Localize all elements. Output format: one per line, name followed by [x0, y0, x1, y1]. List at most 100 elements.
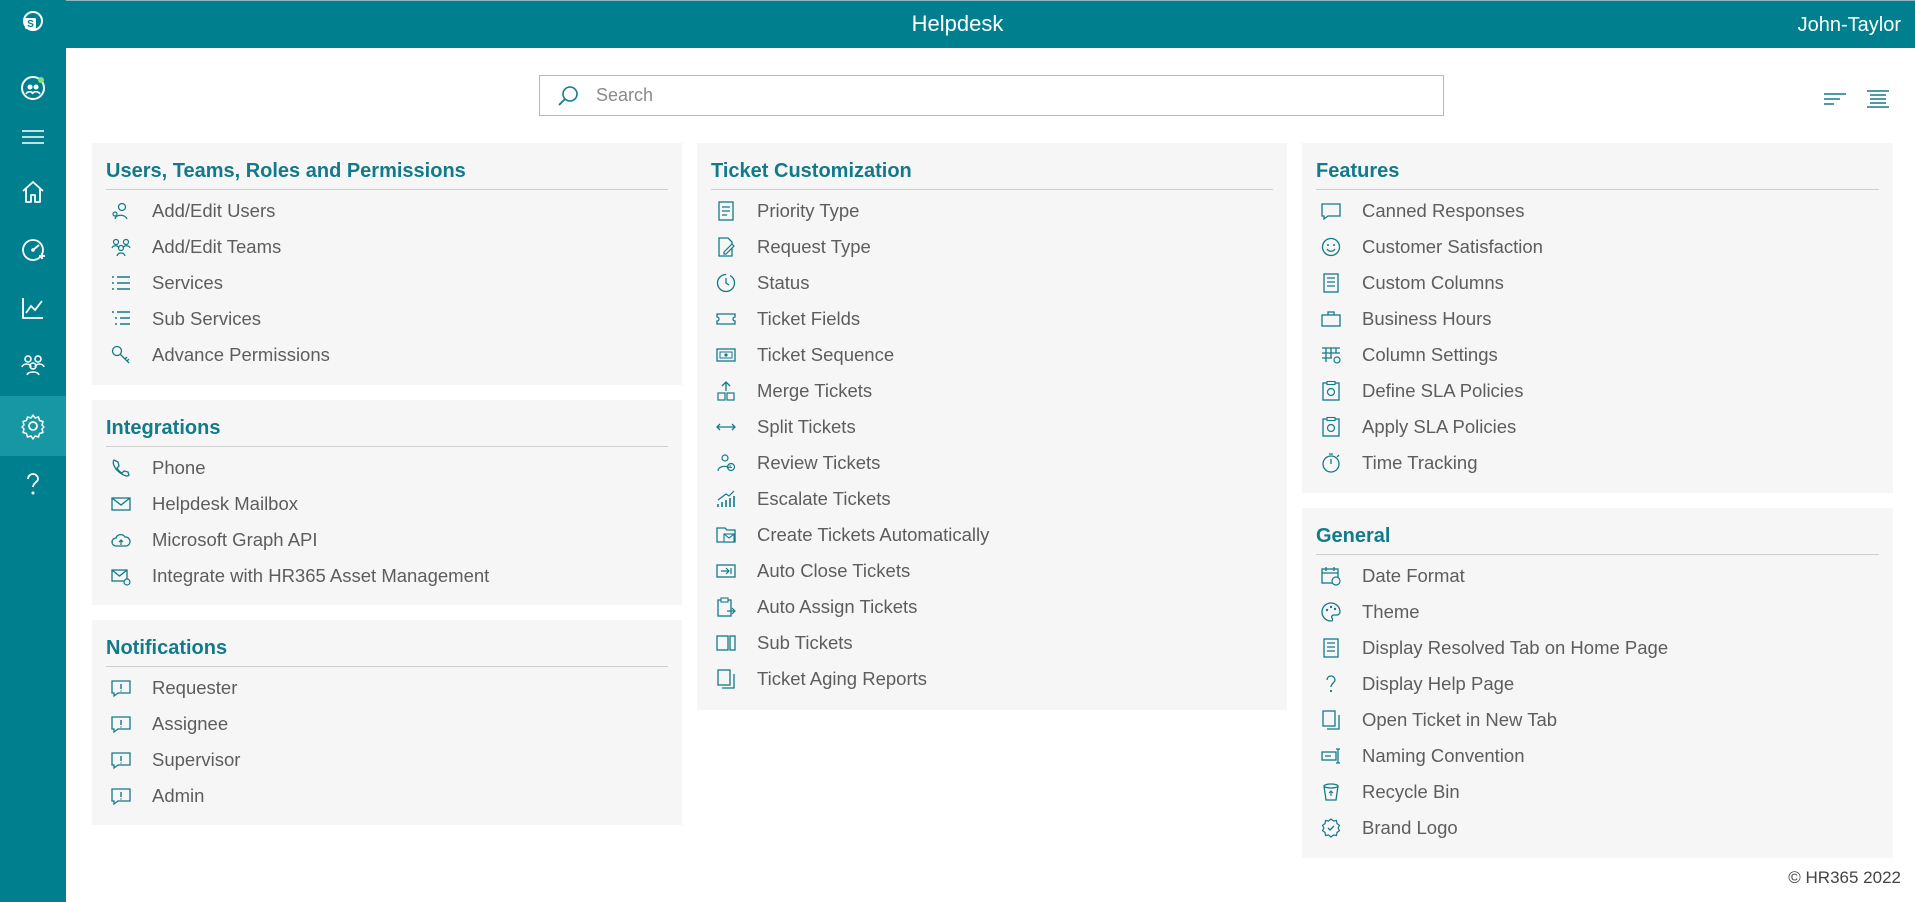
search-input[interactable]: [596, 85, 1416, 106]
item-label: Theme: [1362, 601, 1420, 622]
question-icon: [1316, 673, 1362, 695]
ticket-icon: [711, 308, 757, 330]
column-settings-link[interactable]: Column Settings: [1316, 337, 1879, 373]
section-title: General: [1316, 508, 1879, 555]
microsoft-graph-api-link[interactable]: Microsoft Graph API: [106, 522, 668, 558]
dashboard-icon[interactable]: [0, 222, 66, 276]
add-edit-users-link[interactable]: Add/Edit Users: [106, 193, 668, 229]
hamburger-menu-icon[interactable]: [0, 110, 66, 164]
settings-icon[interactable]: [0, 396, 66, 456]
team-icon[interactable]: [0, 338, 66, 392]
document-lines-icon: [1316, 272, 1362, 294]
display-help-page-link[interactable]: Display Help Page: [1316, 666, 1879, 702]
close-ticket-icon: [711, 560, 757, 582]
briefcase-icon: [1316, 308, 1362, 330]
auto-close-tickets-link[interactable]: Auto Close Tickets: [711, 553, 1273, 589]
item-label: Review Tickets: [757, 452, 881, 473]
phone-link[interactable]: Phone: [106, 450, 668, 486]
define-sla-policies-link[interactable]: Define SLA Policies: [1316, 373, 1879, 409]
integrate-hr365-asset-link[interactable]: Integrate with HR365 Asset Management: [106, 558, 668, 594]
section-title: Integrations: [106, 400, 668, 447]
services-link[interactable]: Services: [106, 265, 668, 301]
item-label: Services: [152, 272, 223, 293]
review-tickets-link[interactable]: Review Tickets: [711, 445, 1273, 481]
user-name[interactable]: John-Taylor: [1798, 14, 1901, 37]
time-tracking-link[interactable]: Time Tracking: [1316, 445, 1879, 481]
priority-type-link[interactable]: Priority Type: [711, 193, 1273, 229]
home-icon[interactable]: [0, 165, 66, 219]
sub-services-link[interactable]: Sub Services: [106, 301, 668, 337]
custom-columns-link[interactable]: Custom Columns: [1316, 265, 1879, 301]
item-label: Display Resolved Tab on Home Page: [1362, 637, 1669, 658]
item-label: Merge Tickets: [757, 380, 873, 401]
customer-satisfaction-link[interactable]: Customer Satisfaction: [1316, 229, 1879, 265]
naming-convention-link[interactable]: Naming Convention: [1316, 738, 1879, 774]
ticket-aging-reports-link[interactable]: Ticket Aging Reports: [711, 661, 1273, 697]
item-label: Admin: [152, 785, 205, 806]
item-label: Requester: [152, 677, 238, 698]
recycle-bin-link[interactable]: Recycle Bin: [1316, 774, 1879, 810]
policy-clipboard-icon: [1316, 416, 1362, 438]
item-label: Ticket Sequence: [757, 344, 895, 365]
item-label: Add/Edit Users: [152, 200, 276, 221]
edit-document-icon: [711, 236, 757, 258]
open-ticket-new-tab-link[interactable]: Open Ticket in New Tab: [1316, 702, 1879, 738]
copy-document-icon: [1316, 709, 1362, 731]
chat-icon: [1316, 200, 1362, 222]
phone-icon: [106, 457, 152, 479]
item-label: Sub Tickets: [757, 632, 853, 653]
split-tickets-link[interactable]: Split Tickets: [711, 409, 1273, 445]
helpdesk-mailbox-link[interactable]: Helpdesk Mailbox: [106, 486, 668, 522]
badge-check-icon: [1316, 817, 1362, 839]
rename-icon: [1316, 745, 1362, 767]
ticket-fields-link[interactable]: Ticket Fields: [711, 301, 1273, 337]
supervisor-link[interactable]: Supervisor: [106, 742, 668, 778]
escalate-tickets-link[interactable]: Escalate Tickets: [711, 481, 1273, 517]
business-hours-link[interactable]: Business Hours: [1316, 301, 1879, 337]
item-label: Business Hours: [1362, 308, 1492, 329]
sub-tickets-link[interactable]: Sub Tickets: [711, 625, 1273, 661]
item-label: Define SLA Policies: [1362, 380, 1524, 401]
clipboard-assign-icon: [711, 596, 757, 618]
admin-link[interactable]: Admin: [106, 778, 668, 814]
sharepoint-logo-icon[interactable]: S: [0, 0, 66, 49]
item-label: Assignee: [152, 713, 229, 734]
item-label: Column Settings: [1362, 344, 1498, 365]
help-icon[interactable]: [0, 457, 66, 511]
item-label: Auto Close Tickets: [757, 560, 911, 581]
list-view-icon[interactable]: [1865, 88, 1891, 112]
ticket-customization-section: Ticket Customization Priority Type Reque…: [697, 143, 1287, 710]
assignee-link[interactable]: Assignee: [106, 706, 668, 742]
apply-sla-policies-link[interactable]: Apply SLA Policies: [1316, 409, 1879, 445]
item-label: Canned Responses: [1362, 200, 1525, 221]
item-label: Custom Columns: [1362, 272, 1504, 293]
advance-permissions-link[interactable]: Advance Permissions: [106, 337, 668, 373]
item-label: Microsoft Graph API: [152, 529, 318, 550]
compact-view-icon[interactable]: [1822, 88, 1848, 112]
status-link[interactable]: Status: [711, 265, 1273, 301]
calendar-clock-icon: [1316, 565, 1362, 587]
create-tickets-automatically-link[interactable]: Create Tickets Automatically: [711, 517, 1273, 553]
auto-assign-tickets-link[interactable]: Auto Assign Tickets: [711, 589, 1273, 625]
brand-logo-link[interactable]: Brand Logo: [1316, 810, 1879, 846]
display-resolved-tab-link[interactable]: Display Resolved Tab on Home Page: [1316, 630, 1879, 666]
helpdesk-app-icon[interactable]: [0, 61, 66, 115]
ticket-sequence-link[interactable]: Ticket Sequence: [711, 337, 1273, 373]
grid-settings-icon: [1316, 344, 1362, 366]
item-label: Split Tickets: [757, 416, 856, 437]
requester-link[interactable]: Requester: [106, 670, 668, 706]
section-title: Features: [1316, 143, 1879, 190]
reports-icon[interactable]: [0, 281, 66, 335]
canned-responses-link[interactable]: Canned Responses: [1316, 193, 1879, 229]
date-format-link[interactable]: Date Format: [1316, 558, 1879, 594]
mail-icon: [106, 493, 152, 515]
request-type-link[interactable]: Request Type: [711, 229, 1273, 265]
merge-tickets-link[interactable]: Merge Tickets: [711, 373, 1273, 409]
sub-list-icon: [106, 308, 152, 330]
item-label: Supervisor: [152, 749, 241, 770]
theme-link[interactable]: Theme: [1316, 594, 1879, 630]
stopwatch-icon: [1316, 452, 1362, 474]
add-edit-teams-link[interactable]: Add/Edit Teams: [106, 229, 668, 265]
item-label: Open Ticket in New Tab: [1362, 709, 1558, 730]
alert-message-icon: [106, 677, 152, 699]
